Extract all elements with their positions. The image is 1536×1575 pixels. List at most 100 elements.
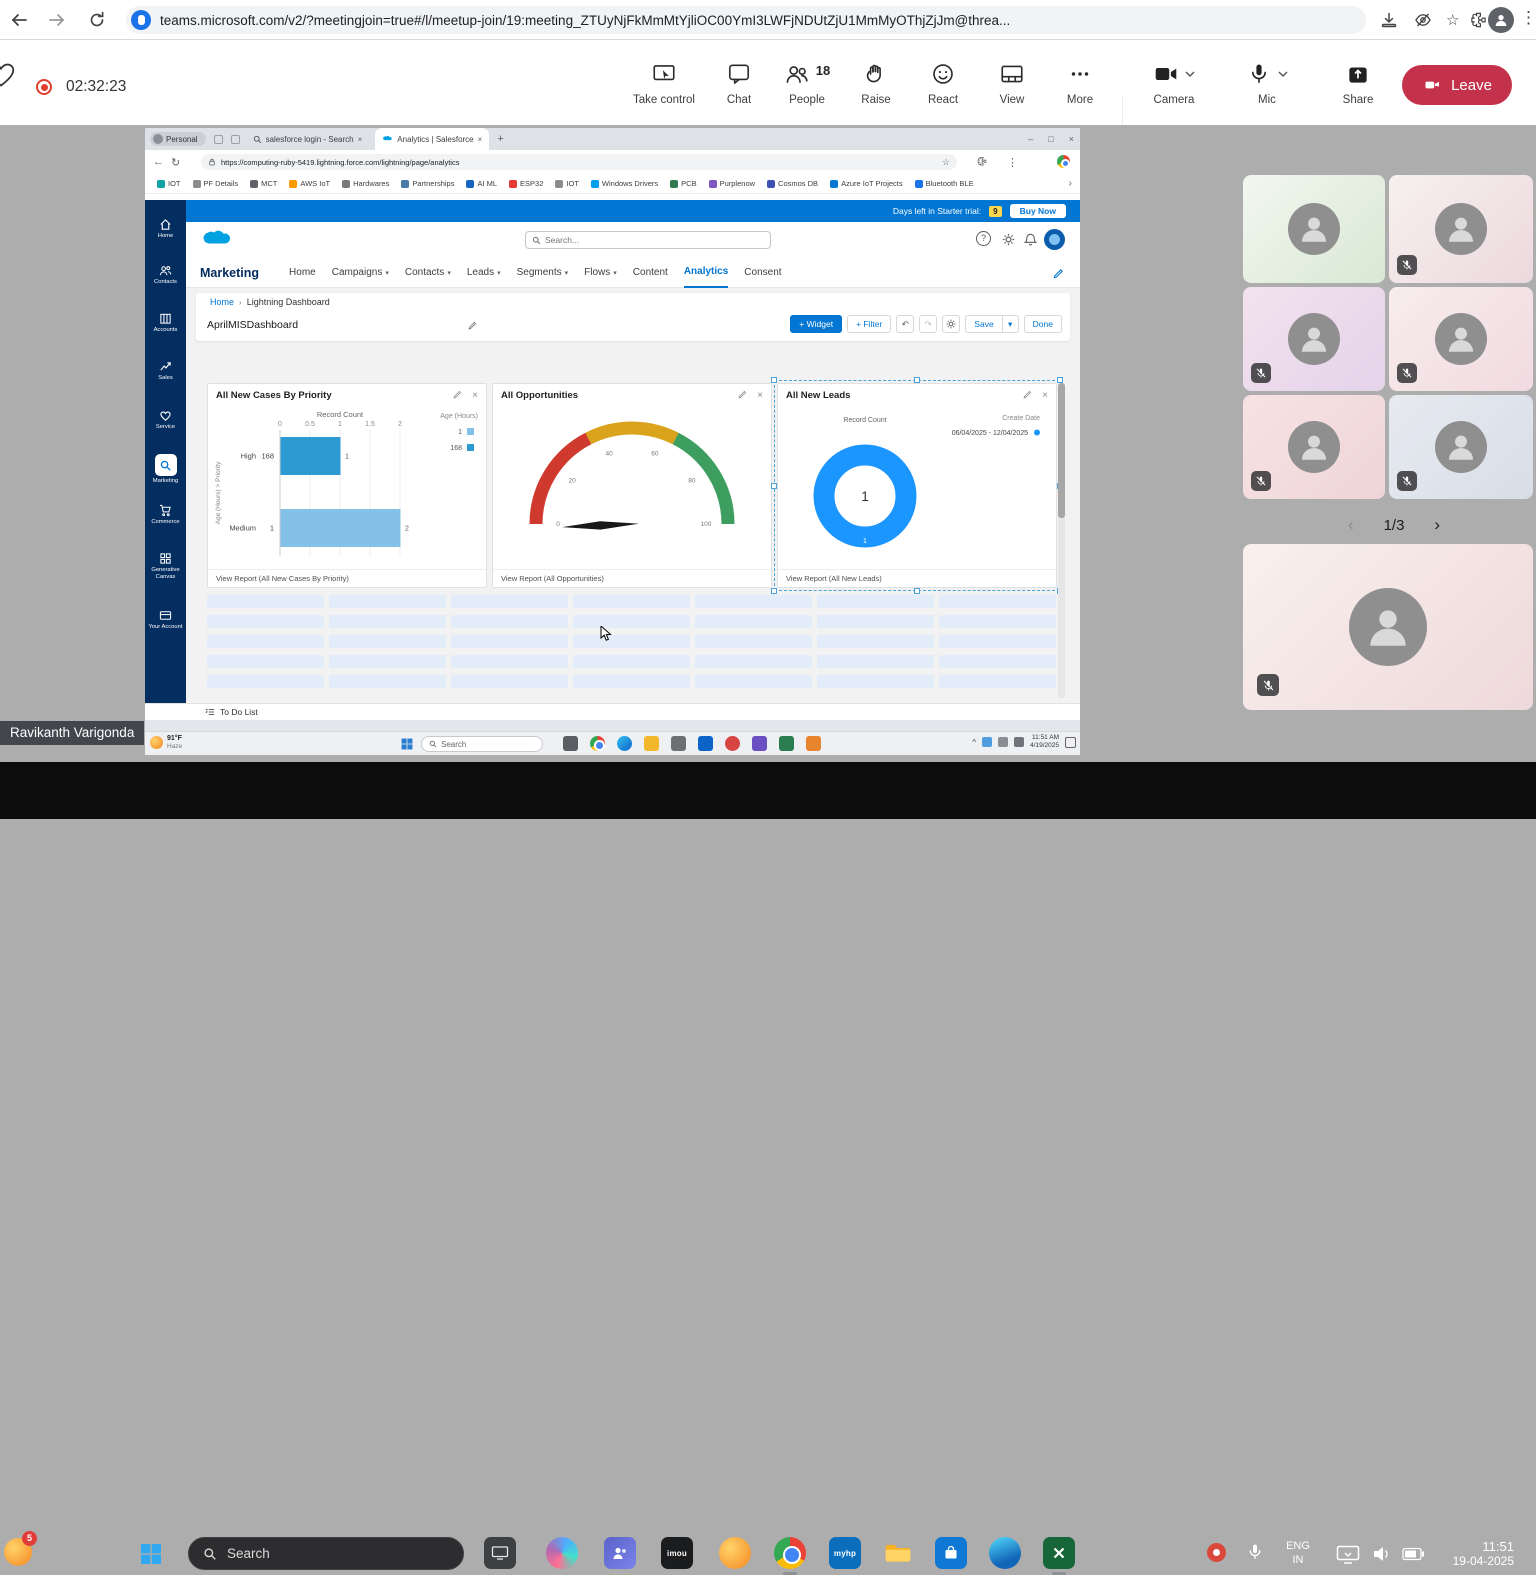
todo-list-bar[interactable]: To Do List xyxy=(145,703,1080,720)
bookmark-item[interactable]: Purplenow xyxy=(703,179,761,188)
bookmark-item[interactable]: Hardwares xyxy=(336,179,395,188)
pager-prev-icon[interactable]: ‹ xyxy=(1348,515,1354,535)
bookmark-item[interactable]: Cosmos DB xyxy=(761,179,824,188)
participant-tile[interactable] xyxy=(1243,395,1385,499)
bookmark-item[interactable]: Partnerships xyxy=(395,179,460,188)
participant-tile[interactable] xyxy=(1243,287,1385,391)
sidebar-item-generative-canvas[interactable]: Generative Canvas xyxy=(145,552,186,580)
dashboard-scrollbar[interactable] xyxy=(1058,383,1065,698)
bookmark-item[interactable]: MCT xyxy=(244,179,283,188)
taskbar-app-icon[interactable] xyxy=(806,736,821,751)
app-icon-round-orange[interactable] xyxy=(719,1537,751,1569)
app-icon-teams[interactable] xyxy=(604,1537,636,1569)
app-icon-excel[interactable] xyxy=(1043,1537,1075,1569)
resize-handle[interactable] xyxy=(914,377,920,383)
window-minimize-icon[interactable]: – xyxy=(1028,134,1033,144)
privacy-eye-icon[interactable] xyxy=(1414,11,1432,29)
user-avatar[interactable] xyxy=(1044,229,1065,250)
nav-item-flows[interactable]: Flows▾ xyxy=(584,258,617,288)
tab-strip-icon[interactable] xyxy=(231,135,240,144)
widget-all-opportunities[interactable]: All Opportunities × 020406080100 View Re… xyxy=(492,383,772,588)
undo-button[interactable]: ↶ xyxy=(896,315,914,333)
notifications-bell-icon[interactable] xyxy=(1024,233,1037,246)
tab-salesforce-login[interactable]: salesforce login - Search × xyxy=(246,128,370,150)
sidebar-item-commerce[interactable]: Commerce xyxy=(145,504,186,526)
sidebar-item-service[interactable]: Service xyxy=(145,409,186,431)
app-icon-copilot[interactable] xyxy=(546,1537,578,1569)
widget-close-icon[interactable]: × xyxy=(757,390,763,401)
tray-volume-icon[interactable] xyxy=(1372,1544,1392,1564)
page-back-icon[interactable]: ← xyxy=(153,156,164,168)
view-report-link[interactable]: View Report (All Opportunities) xyxy=(501,574,604,583)
edit-dashboard-name-pencil-icon[interactable] xyxy=(468,321,477,330)
nav-item-home[interactable]: Home xyxy=(289,258,316,288)
react-button[interactable]: React xyxy=(910,61,976,106)
bookmark-item[interactable]: ESP32 xyxy=(503,179,549,188)
app-icon-ms-store[interactable] xyxy=(935,1537,967,1569)
take-control-button[interactable]: Take control xyxy=(627,61,701,106)
edge-app-icon[interactable] xyxy=(617,736,632,751)
view-button[interactable]: View xyxy=(979,61,1045,106)
extensions-icon[interactable] xyxy=(1470,11,1487,28)
participant-tile-large[interactable] xyxy=(1243,544,1533,710)
page-bookmark-star-icon[interactable]: ☆ xyxy=(942,157,950,168)
widget-close-icon[interactable]: × xyxy=(1042,390,1048,401)
nav-item-contacts[interactable]: Contacts▾ xyxy=(405,258,451,288)
address-bar[interactable] xyxy=(126,6,1366,34)
window-close-icon[interactable]: × xyxy=(1069,134,1074,144)
chrome-app-icon[interactable] xyxy=(590,736,605,751)
save-button[interactable]: Save xyxy=(965,315,1002,333)
bookmark-item[interactable]: IOT xyxy=(549,179,585,188)
bookmarks-overflow-icon[interactable]: › xyxy=(1069,178,1072,189)
taskbar-app-icon[interactable] xyxy=(725,736,740,751)
participant-tile[interactable] xyxy=(1389,395,1533,499)
nav-item-content[interactable]: Content xyxy=(633,258,668,288)
tray-cast-icon[interactable] xyxy=(1336,1544,1360,1565)
view-report-link[interactable]: View Report (All New Cases By Priority) xyxy=(216,574,349,583)
nav-item-campaigns[interactable]: Campaigns▾ xyxy=(332,258,389,288)
app-icon-edge[interactable] xyxy=(989,1537,1021,1569)
tab-close-icon[interactable]: × xyxy=(478,135,483,144)
page-address-bar[interactable]: ☆ xyxy=(201,154,957,170)
widget-close-icon[interactable]: × xyxy=(472,390,478,401)
save-dropdown-chevron[interactable]: ▾ xyxy=(1003,315,1019,333)
page-reload-icon[interactable]: ↻ xyxy=(171,156,180,169)
app-icon-remote-desktop[interactable] xyxy=(484,1537,516,1569)
taskbar-app-icon[interactable] xyxy=(752,736,767,751)
widget-edit-pencil-icon[interactable] xyxy=(1023,390,1032,399)
tray-network-icon[interactable] xyxy=(1014,737,1024,747)
search-input[interactable] xyxy=(545,235,753,245)
page-extensions-icon[interactable] xyxy=(977,156,987,166)
app-icon-file-explorer[interactable] xyxy=(882,1537,914,1569)
language-switcher[interactable]: ENG IN xyxy=(1278,1539,1318,1567)
bookmark-item[interactable]: Bluetooth BLE xyxy=(909,179,980,188)
resize-handle[interactable] xyxy=(771,588,777,594)
camera-chevron-icon[interactable] xyxy=(1185,71,1195,77)
taskbar-app-icon[interactable] xyxy=(698,736,713,751)
page-url-input[interactable] xyxy=(221,158,901,167)
file-explorer-app-icon[interactable] xyxy=(644,736,659,751)
taskbar-search-box[interactable]: Search xyxy=(421,736,543,752)
app-icon-chrome[interactable] xyxy=(774,1537,806,1569)
chat-button[interactable]: Chat xyxy=(706,61,772,106)
widget-all-new-leads[interactable]: All New Leads × Record Count11Create Dat… xyxy=(777,383,1057,588)
dashboard-settings-gear-button[interactable] xyxy=(942,315,960,333)
browser-forward-icon[interactable] xyxy=(48,11,66,29)
tray-battery-icon[interactable] xyxy=(1402,1547,1425,1561)
sidebar-item-contacts[interactable]: Contacts xyxy=(145,264,186,286)
notification-center-icon[interactable] xyxy=(1065,737,1076,748)
bookmark-item[interactable]: IOT xyxy=(151,179,187,188)
tab-close-icon[interactable]: × xyxy=(358,135,363,144)
widget-edit-pencil-icon[interactable] xyxy=(738,390,747,399)
global-search-box[interactable] xyxy=(525,231,771,249)
sidebar-item-sales[interactable]: Sales xyxy=(145,360,186,382)
pager-next-icon[interactable]: › xyxy=(1434,515,1440,535)
raise-hand-button[interactable]: Raise xyxy=(843,61,909,106)
sidebar-item-accounts[interactable]: Accounts xyxy=(145,312,186,334)
scrollbar-thumb[interactable] xyxy=(1058,383,1065,518)
share-button[interactable]: Share xyxy=(1325,61,1391,106)
sidebar-item-your-account[interactable]: Your Account xyxy=(145,609,186,631)
app-icon-imou[interactable]: imou xyxy=(661,1537,693,1569)
sidebar-item-marketing[interactable]: Marketing xyxy=(145,454,186,485)
taskbar-app-icon[interactable] xyxy=(563,736,578,751)
